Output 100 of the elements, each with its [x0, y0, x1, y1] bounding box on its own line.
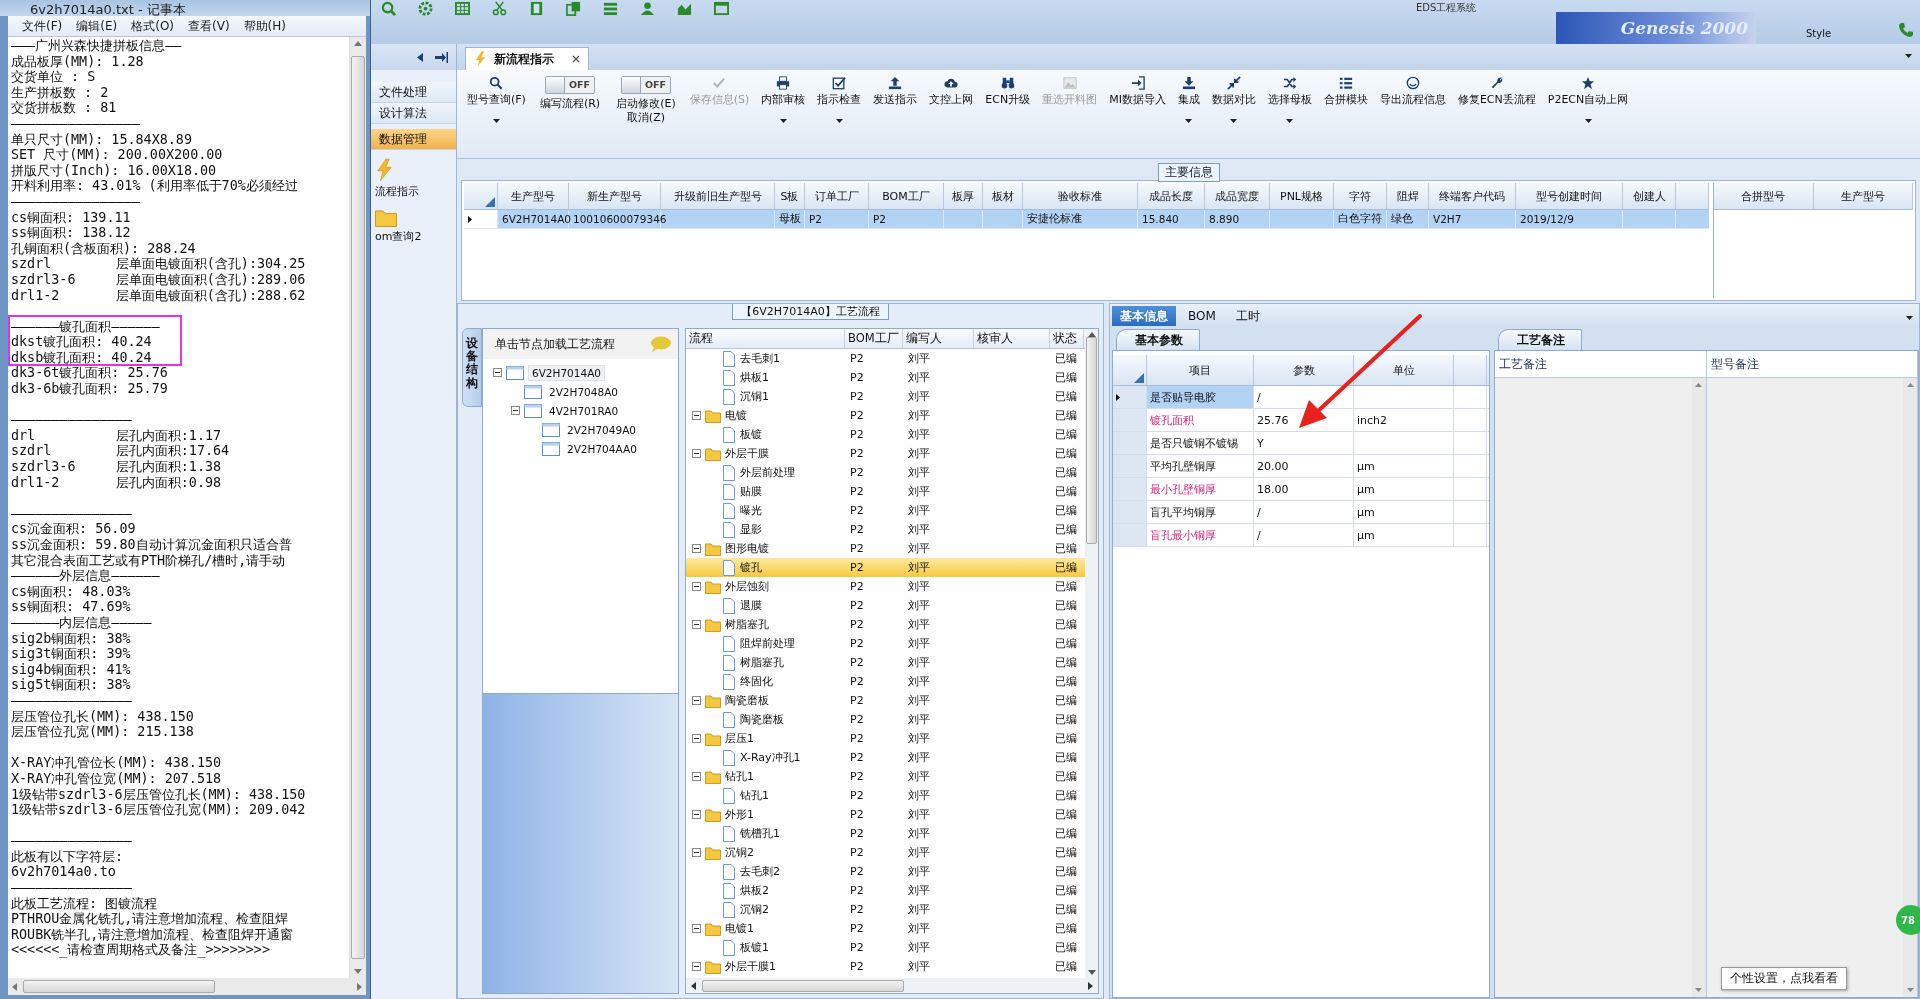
phone-icon[interactable] — [1898, 22, 1914, 38]
tree-node[interactable]: 2V2H7048A0 — [546, 384, 622, 399]
column-header[interactable]: PNL规格 — [1270, 183, 1334, 209]
back-arrow-icon[interactable] — [417, 52, 423, 62]
process-row[interactable]: 树脂塞孔 P2 刘平 已编 — [686, 615, 1085, 634]
collapse-icon[interactable] — [692, 449, 701, 458]
process-row[interactable]: 外层干膜1 P2 刘平 已编 — [686, 957, 1085, 976]
scroll-down-icon[interactable] — [1695, 988, 1702, 992]
column-header[interactable]: 新生产型号 — [569, 183, 661, 209]
collapse-icon[interactable] — [692, 962, 701, 971]
table-cell[interactable]: 是否贴导电胶 — [1147, 386, 1254, 408]
process-row[interactable]: 铣槽孔1 P2 刘平 已编 — [686, 824, 1085, 843]
process-row[interactable]: 图形电镀 P2 刘平 已编 — [686, 539, 1085, 558]
column-header[interactable]: 生产型号 — [498, 183, 569, 209]
menu-item[interactable]: 查看(V) — [188, 17, 230, 35]
process-row[interactable]: 去毛刺1 P2 刘平 已编 — [686, 349, 1085, 368]
process-row[interactable]: 外层前处理 P2 刘平 已编 — [686, 463, 1085, 482]
collapse-icon[interactable] — [692, 544, 701, 553]
process-row[interactable]: 沉铜2 P2 刘平 已编 — [686, 900, 1085, 919]
toggle-switch[interactable]: OFF — [545, 76, 596, 94]
document-tab[interactable]: 新流程指示 — [465, 47, 589, 70]
menu-item[interactable]: 编辑(E) — [76, 17, 118, 35]
tree-node[interactable]: 4V2H701RA0 — [546, 403, 622, 418]
table-cell[interactable]: 是否只镀铜不镀锡 — [1147, 432, 1254, 454]
process-row[interactable]: 外层干膜 P2 刘平 已编 — [686, 444, 1085, 463]
column-header[interactable]: 状态 — [1050, 329, 1084, 348]
tree-node[interactable]: 2V2H704AA0 — [564, 441, 640, 456]
column-header[interactable]: 验收标准 — [1023, 183, 1138, 209]
tree-node[interactable]: 6V2H7014A0 — [528, 364, 606, 381]
row-header[interactable] — [1113, 386, 1147, 408]
column-header[interactable]: S板 — [775, 183, 805, 209]
scrollbar-thumb[interactable] — [23, 980, 215, 993]
table-row[interactable]: 6V2H7014A0 10010600079346 母板 P2 P2 安捷伦标准 15.840 8.890 白色字符 绿色 V2H7 2019/12/9 — [464, 210, 1709, 229]
column-header[interactable]: 阻焊 — [1387, 183, 1429, 209]
scrollbar-thumb[interactable] — [351, 56, 365, 959]
toolbar-button[interactable]: 集成 — [1171, 76, 1206, 123]
column-header[interactable]: 型号创建时间 — [1516, 183, 1623, 209]
toolbar-button[interactable]: 导出流程信息 — [1373, 76, 1452, 106]
column-header[interactable]: 参数 — [1254, 355, 1354, 385]
panel-tab[interactable]: 基本参数 — [1116, 329, 1200, 350]
process-row[interactable]: X-Ray冲孔1 P2 刘平 已编 — [686, 748, 1085, 767]
process-row[interactable]: 终固化 P2 刘平 已编 — [686, 672, 1085, 691]
process-row[interactable]: 烘板1 P2 刘平 已编 — [686, 368, 1085, 387]
copy-icon[interactable] — [566, 1, 581, 16]
side-tab[interactable]: 设备结构 — [462, 328, 482, 407]
scroll-up-icon[interactable] — [354, 41, 362, 46]
column-header[interactable]: 合拼型号 — [1714, 183, 1814, 209]
toolbar-button[interactable]: 合拼模块 — [1317, 76, 1374, 106]
collapse-icon[interactable] — [692, 696, 701, 705]
scroll-down-icon[interactable] — [1906, 988, 1914, 992]
collapse-icon[interactable] — [692, 620, 701, 629]
column-header[interactable]: 核审人 — [974, 329, 1050, 348]
process-row[interactable]: 板镀 P2 刘平 已编 — [686, 425, 1085, 444]
scroll-left-icon[interactable] — [691, 981, 696, 990]
table-cell[interactable]: 镀孔面积 — [1147, 409, 1254, 431]
collapse-icon[interactable] — [493, 368, 502, 377]
collapse-icon[interactable] — [692, 411, 701, 420]
shortcut-label[interactable]: om查询2 — [375, 229, 422, 244]
menu-item[interactable]: 帮助(H) — [243, 17, 286, 35]
sidebar-item[interactable]: 文件处理 — [371, 82, 456, 103]
chart-icon[interactable] — [677, 1, 692, 16]
scroll-up-icon[interactable] — [1695, 383, 1702, 387]
process-row[interactable]: 去毛刺2 P2 刘平 已编 — [686, 862, 1085, 881]
sidebar-item[interactable]: 数据管理 — [371, 129, 456, 150]
tab[interactable]: BOM — [1180, 306, 1224, 326]
film-icon[interactable] — [529, 1, 544, 16]
tab[interactable]: 工时 — [1227, 306, 1268, 326]
grid-icon[interactable] — [455, 1, 470, 16]
process-row[interactable]: 电镀1 P2 刘平 已编 — [686, 919, 1085, 938]
search-icon[interactable] — [381, 1, 396, 16]
sidebar-item[interactable]: 设计算法 — [371, 103, 456, 124]
scissors-icon[interactable] — [492, 1, 507, 16]
column-header[interactable]: 终端客户代码 — [1429, 183, 1516, 209]
column-header[interactable]: 创建人 — [1623, 183, 1676, 209]
toolbar-button[interactable]: MI数据导入 — [1103, 76, 1172, 106]
process-row[interactable]: 钻孔1 P2 刘平 已编 — [686, 767, 1085, 786]
collapse-icon[interactable] — [692, 924, 701, 933]
lightning-icon[interactable] — [375, 158, 393, 182]
process-row[interactable]: 退膜 P2 刘平 已编 — [686, 596, 1085, 615]
table-cell[interactable]: 盲孔最小铜厚 — [1147, 524, 1254, 546]
tree-node[interactable]: 2V2H7049A0 — [564, 422, 640, 437]
table-cell[interactable]: 平均孔壁铜厚 — [1147, 455, 1254, 477]
scroll-down-icon[interactable] — [1087, 970, 1096, 975]
process-row[interactable]: 贴膜 P2 刘平 已编 — [686, 482, 1085, 501]
process-row[interactable]: 陶瓷磨板 P2 刘平 已编 — [686, 691, 1085, 710]
column-header[interactable]: 成品长度 — [1138, 183, 1205, 209]
process-row[interactable]: 阻焊前处理 P2 刘平 已编 — [686, 634, 1085, 653]
table-cell[interactable]: 最小孔壁铜厚 — [1147, 478, 1254, 500]
process-row[interactable]: 沉铜2 P2 刘平 已编 — [686, 843, 1085, 862]
toolbar-button[interactable]: 内部审核 — [755, 76, 812, 123]
toolbar-button[interactable]: 型号查询(F) — [461, 76, 532, 123]
process-row[interactable]: 外形1 P2 刘平 已编 — [686, 805, 1085, 824]
toolbar-button[interactable]: 选择母板 — [1261, 76, 1318, 123]
collapse-icon[interactable] — [692, 734, 701, 743]
column-header[interactable]: BOM工厂 — [845, 329, 903, 348]
toggle-switch[interactable]: OFF — [620, 76, 671, 94]
process-row[interactable]: 钻孔1 P2 刘平 已编 — [686, 786, 1085, 805]
process-row[interactable]: 树脂塞孔 P2 刘平 已编 — [686, 653, 1085, 672]
collapse-icon[interactable] — [692, 810, 701, 819]
process-row[interactable]: 层压1 P2 刘平 已编 — [686, 729, 1085, 748]
